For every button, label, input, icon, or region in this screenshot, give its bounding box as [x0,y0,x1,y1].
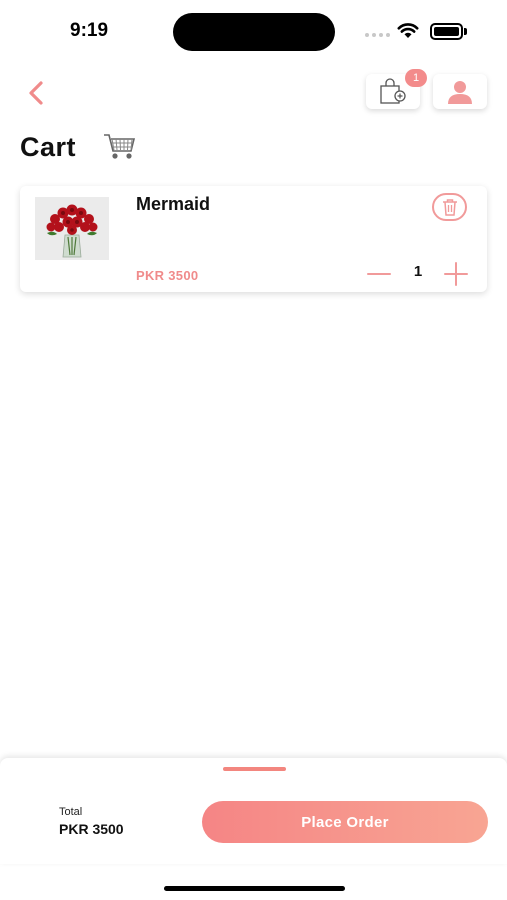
product-image [35,197,109,260]
product-name: Mermaid [136,194,211,214]
user-icon [448,80,472,104]
total-value: PKR 3500 [59,821,124,837]
cellular-signal-icon [365,33,390,37]
home-indicator [164,886,345,891]
shopping-cart-icon [104,134,136,159]
total-label: Total [59,806,83,818]
trash-icon [442,199,457,216]
quantity-value: 1 [413,263,423,280]
cart-count-badge: 1 [405,69,427,87]
page-title: Cart [20,132,77,162]
decrease-quantity-button[interactable] [367,263,391,285]
delete-item-button[interactable] [432,193,467,221]
wifi-icon [397,23,419,38]
battery-icon [430,23,463,40]
dynamic-island [173,13,335,51]
place-order-button[interactable]: Place Order [202,801,488,843]
back-button[interactable] [22,78,52,108]
profile-button[interactable] [433,74,487,109]
status-time: 9:19 [70,20,109,41]
increase-quantity-button[interactable] [444,262,468,286]
sheet-drag-handle[interactable] [223,767,286,771]
product-price: PKR 3500 [136,268,199,283]
shopping-bag-icon [380,77,406,104]
cart-item-card: Mermaid PKR 3500 1 [20,186,487,292]
